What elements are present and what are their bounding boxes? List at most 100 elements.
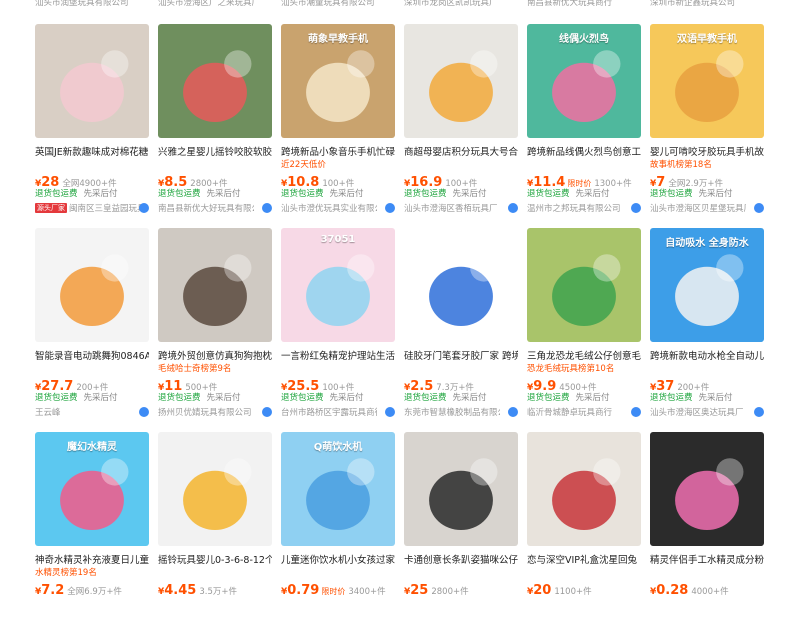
- product-title[interactable]: 精灵伴侣手工水精灵成分粉: [650, 552, 764, 566]
- product-card[interactable]: 恋与深空VIP礼盒沈星回兔 ¥20 1100+件: [527, 432, 641, 630]
- product-title[interactable]: 跨境外贸创意仿真狗狗抱枕: [158, 348, 272, 362]
- product-card[interactable]: 双语早教手机 婴儿可啃咬牙胶玩具手机故 故事机榜第18名 ¥7 全网2.9万+件 退货包运…: [650, 24, 764, 222]
- shop-name[interactable]: 东莞市智慧橡胶制品有限公司: [404, 406, 500, 418]
- shop-row[interactable]: 汕头市澄优玩具实业有限公司: [281, 202, 395, 214]
- product-title[interactable]: 英国JE新款趣味成对棉花糖: [35, 144, 149, 158]
- chat-icon[interactable]: [754, 407, 764, 417]
- shop-name[interactable]: 温州市之邦玩具有限公司: [527, 202, 621, 214]
- product-title[interactable]: 恋与深空VIP礼盒沈星回兔: [527, 552, 641, 566]
- chat-icon[interactable]: [139, 407, 149, 417]
- product-image[interactable]: [158, 432, 272, 546]
- shop-name[interactable]: 汕头市澄优玩具实业有限公司: [281, 202, 377, 214]
- product-image[interactable]: 37051: [281, 228, 395, 342]
- product-image[interactable]: 魔幻水精灵: [35, 432, 149, 546]
- product-image[interactable]: [527, 228, 641, 342]
- shop-row[interactable]: 汕头市澄海区奥达玩具厂: [650, 406, 764, 418]
- free-return-label: 退货包运费: [281, 393, 324, 403]
- shop-row[interactable]: 南昌县新优大好玩具有限公司: [158, 202, 272, 214]
- product-title[interactable]: 一言粉红兔精宠护理站生活: [281, 348, 395, 362]
- chat-icon[interactable]: [631, 407, 641, 417]
- product-image[interactable]: [404, 432, 518, 546]
- service-row: 退货包运费 先采后付: [404, 391, 487, 403]
- product-image[interactable]: 自动吸水 全身防水: [650, 228, 764, 342]
- chat-icon[interactable]: [262, 203, 272, 213]
- product-title[interactable]: 摇铃玩具婴儿0-3-6-8-12个: [158, 552, 272, 566]
- product-image[interactable]: [158, 24, 272, 138]
- product-image[interactable]: [158, 228, 272, 342]
- product-title[interactable]: 兴雅之星婴儿摇铃咬胶软胶: [158, 144, 272, 158]
- shop-name[interactable]: 台州市路桥区宇露玩具商行: [281, 406, 377, 418]
- product-title[interactable]: 儿童迷你饮水机小女孩过家: [281, 552, 395, 566]
- product-card[interactable]: 魔幻水精灵 神奇水精灵补充液夏日儿童 水精灵榜第19名 ¥7.2 全网6.9万+件: [35, 432, 149, 630]
- product-card[interactable]: 自动吸水 全身防水 跨境新款电动水枪全自动儿 ¥37 200+件 退货包运费 先采后付 汕头…: [650, 228, 764, 426]
- product-card[interactable]: 智能录音电动跳舞狗0846A ¥27.7 200+件 退货包运费 先采后付 王云峰: [35, 228, 149, 426]
- partial-shop-name[interactable]: 汕头市澄海区广之来玩具厂: [158, 0, 272, 8]
- partial-shop-name[interactable]: 深圳市新企鑫玩具公司: [650, 0, 764, 8]
- product-title[interactable]: 卡通创意长条趴姿猫咪公仔: [404, 552, 518, 566]
- product-image[interactable]: Q萌饮水机: [281, 432, 395, 546]
- product-title[interactable]: 跨境新品线偶火烈鸟创意工: [527, 144, 641, 158]
- product-card[interactable]: 兴雅之星婴儿摇铃咬胶软胶 ¥8.5 2800+件 退货包运费 先采后付 南昌县新优大好玩具…: [158, 24, 272, 222]
- chat-icon[interactable]: [385, 203, 395, 213]
- product-card[interactable]: 硅胶牙门笔套牙胶厂家 跨境 ¥2.5 7.3万+件 退货包运费 先采后付 东莞市智慧橡胶制…: [404, 228, 518, 426]
- product-image[interactable]: 线偶火烈鸟: [527, 24, 641, 138]
- product-image[interactable]: 萌象早教手机: [281, 24, 395, 138]
- product-card[interactable]: 卡通创意长条趴姿猫咪公仔 ¥25 2800+件: [404, 432, 518, 630]
- product-title[interactable]: 神奇水精灵补充液夏日儿童: [35, 552, 149, 566]
- shop-row[interactable]: 台州市路桥区宇露玩具商行: [281, 406, 395, 418]
- product-card[interactable]: 萌象早教手机 跨境新品小象音乐手机忙碌 近22天低价 ¥10.8 100+件 退货包运费先…: [281, 24, 395, 222]
- product-card[interactable]: 英国JE新款趣味成对棉花糖 ¥28 全网4900+件 退货包运费 先采后付 源头厂家 闽南区…: [35, 24, 149, 222]
- product-image[interactable]: [404, 24, 518, 138]
- product-card[interactable]: 商超母婴店积分玩具大号合 ¥16.9 100+件 退货包运费 先采后付 汕头市澄海区香栢玩…: [404, 24, 518, 222]
- product-card[interactable]: 37051 一言粉红兔精宠护理站生活 ¥25.5 100+件 退货包运费 先采后付 台州市路…: [281, 228, 395, 426]
- product-card[interactable]: Q萌饮水机 儿童迷你饮水机小女孩过家 ¥0.79 限时价 3400+件: [281, 432, 395, 630]
- product-title[interactable]: 商超母婴店积分玩具大号合: [404, 144, 518, 158]
- product-image[interactable]: [650, 432, 764, 546]
- product-card[interactable]: 精灵伴侣手工水精灵成分粉 ¥0.28 4000+件: [650, 432, 764, 630]
- product-image[interactable]: [35, 24, 149, 138]
- partial-shop-name[interactable]: 南昌县新优大玩具商行: [527, 0, 641, 8]
- product-image[interactable]: [35, 228, 149, 342]
- shop-name[interactable]: 汕头市澄海区奥达玩具厂: [650, 406, 744, 418]
- chat-icon[interactable]: [139, 203, 149, 213]
- product-title[interactable]: 智能录音电动跳舞狗0846A: [35, 348, 149, 362]
- partial-shop-name[interactable]: 汕头市润堡玩具有限公司: [35, 0, 149, 8]
- product-title[interactable]: 三角龙恐龙毛绒公仔创意毛: [527, 348, 641, 362]
- shop-row[interactable]: 东莞市智慧橡胶制品有限公司: [404, 406, 518, 418]
- partial-shop-name[interactable]: 汕头市潮童玩具有限公司: [281, 0, 395, 8]
- shop-name[interactable]: 南昌县新优大好玩具有限公司: [158, 202, 254, 214]
- shop-row[interactable]: 王云峰: [35, 406, 149, 418]
- shop-row[interactable]: 温州市之邦玩具有限公司: [527, 202, 641, 214]
- chat-icon[interactable]: [262, 407, 272, 417]
- shop-name[interactable]: 汕头市澄海区贝星堡玩具厂: [650, 202, 746, 214]
- shop-row[interactable]: 临沂骨城静卓玩具商行: [527, 406, 641, 418]
- chat-icon[interactable]: [385, 407, 395, 417]
- chat-icon[interactable]: [631, 203, 641, 213]
- chat-icon[interactable]: [508, 203, 518, 213]
- shop-name[interactable]: 扬州贝优婧玩具有限公司: [158, 406, 252, 418]
- product-title[interactable]: 跨境新品小象音乐手机忙碌: [281, 144, 395, 158]
- product-image[interactable]: [527, 432, 641, 546]
- product-image[interactable]: [404, 228, 518, 342]
- shop-row[interactable]: 汕头市澄海区贝星堡玩具厂: [650, 202, 764, 214]
- free-return-label: 退货包运费: [158, 393, 201, 403]
- product-title[interactable]: 婴儿可啃咬牙胶玩具手机故: [650, 144, 764, 158]
- product-card[interactable]: 跨境外贸创意仿真狗狗抱枕 毛绒哈士奇榜第9名 ¥11 500+件 退货包运费 先采后付 扬州…: [158, 228, 272, 426]
- free-return-label: 退货包运费: [527, 393, 570, 403]
- product-title[interactable]: 跨境新款电动水枪全自动儿: [650, 348, 764, 362]
- shop-row[interactable]: 源头厂家 闽南区三皇益园玩具: [35, 202, 149, 214]
- product-title[interactable]: 硅胶牙门笔套牙胶厂家 跨境: [404, 348, 518, 362]
- chat-icon[interactable]: [754, 203, 764, 213]
- shop-name[interactable]: 王云峰: [35, 406, 61, 418]
- partial-shop-name[interactable]: 深圳市龙岗区凯凯玩具厂: [404, 0, 518, 8]
- shop-row[interactable]: 扬州贝优婧玩具有限公司: [158, 406, 272, 418]
- chat-icon[interactable]: [508, 407, 518, 417]
- shop-name[interactable]: 临沂骨城静卓玩具商行: [527, 406, 612, 418]
- product-card[interactable]: 三角龙恐龙毛绒公仔创意毛 恐龙毛绒玩具榜第10名 ¥9.9 4500+件 退货包运费 先采…: [527, 228, 641, 426]
- shop-name[interactable]: 闽南区三皇益园玩具: [69, 202, 146, 214]
- product-card[interactable]: 线偶火烈鸟 跨境新品线偶火烈鸟创意工 ¥11.4 限时价 1300+件 退货包运费 先采后付…: [527, 24, 641, 222]
- shop-name[interactable]: 汕头市澄海区香栢玩具厂: [404, 202, 498, 214]
- shop-row[interactable]: 汕头市澄海区香栢玩具厂: [404, 202, 518, 214]
- product-card[interactable]: 摇铃玩具婴儿0-3-6-8-12个 ¥4.45 3.5万+件: [158, 432, 272, 630]
- product-image[interactable]: 双语早教手机: [650, 24, 764, 138]
